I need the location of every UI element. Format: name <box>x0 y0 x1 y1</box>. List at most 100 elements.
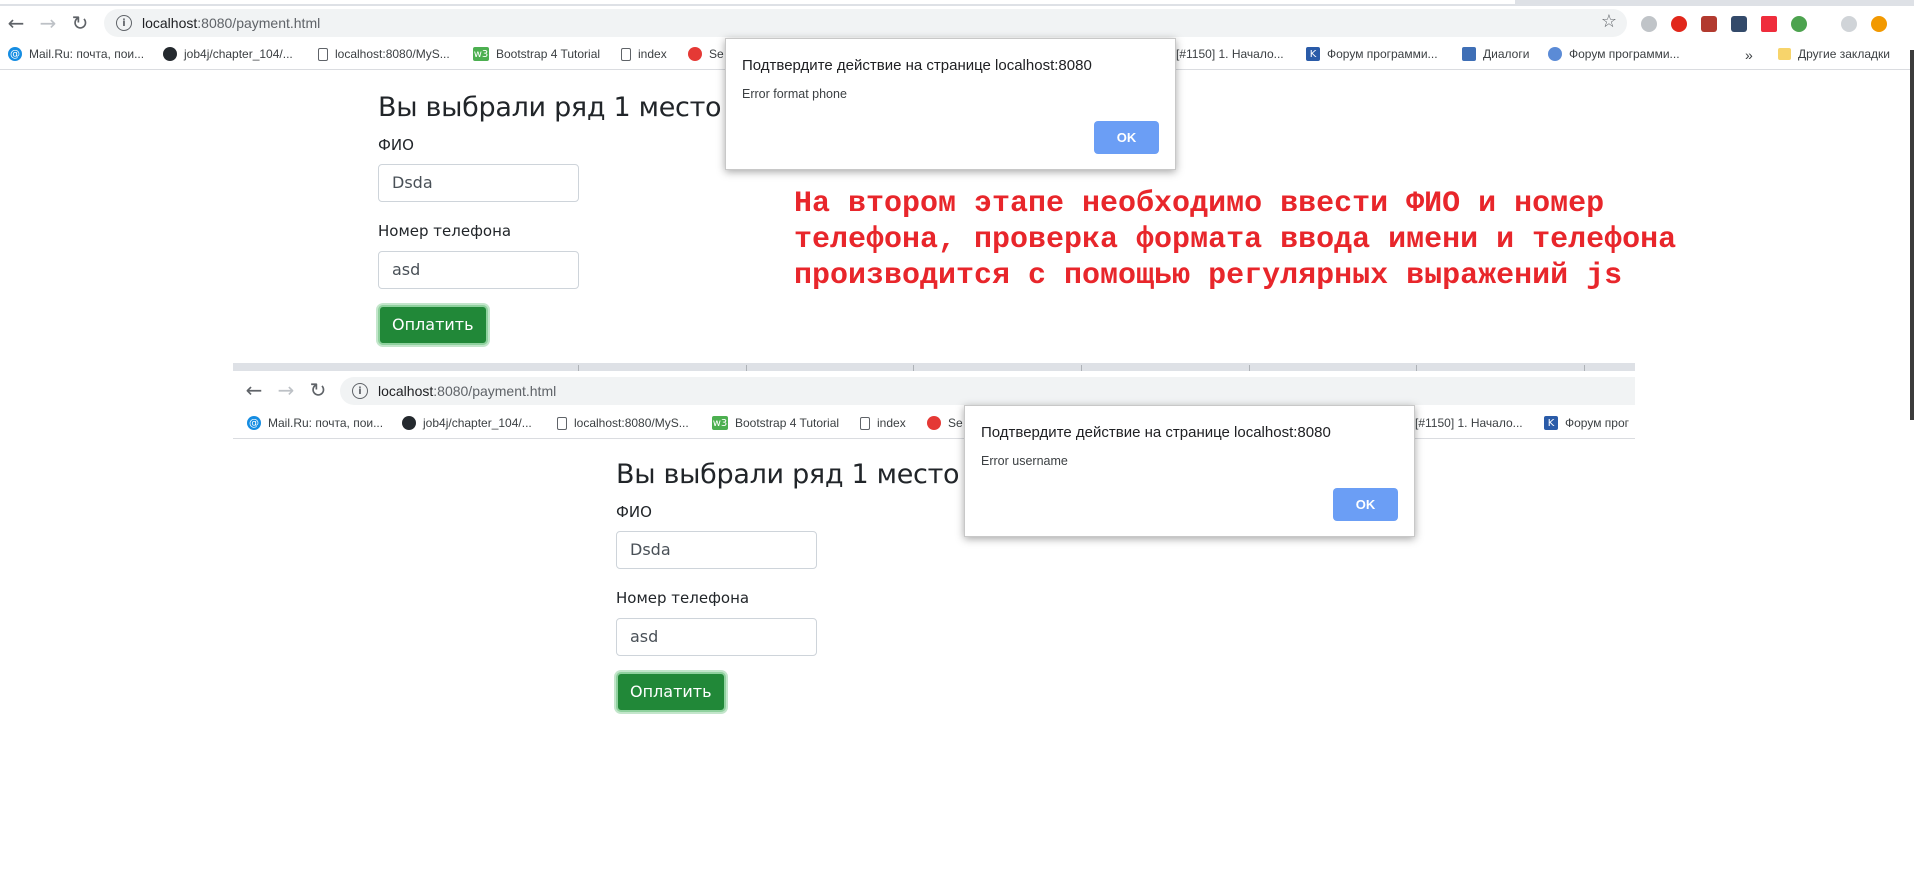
info-icon[interactable]: i <box>352 383 368 399</box>
folder-icon <box>1778 48 1791 60</box>
bookmark-label: localhost:8080/MyS... <box>335 47 450 61</box>
phone-label: Номер телефона <box>616 589 750 607</box>
tab-strip-active <box>0 0 1515 4</box>
bookmark-label: Другие закладки <box>1798 47 1890 61</box>
bookmark-item[interactable]: Диалоги <box>1462 47 1529 61</box>
dialog-icon <box>1462 47 1476 61</box>
network-icon <box>1548 47 1562 61</box>
bookmark-item[interactable]: index <box>621 47 667 61</box>
bookmark-item[interactable]: @ Mail.Ru: почта, пои... <box>247 416 383 430</box>
bookmark-label: Bootstrap 4 Tutorial <box>496 47 601 61</box>
bookmark-item[interactable]: w3 Bootstrap 4 Tutorial <box>712 416 839 430</box>
fio-input[interactable]: Dsda <box>616 531 817 569</box>
alert-dialog: Подтвердите действие на странице localho… <box>964 405 1415 537</box>
bookmark-item[interactable]: w3 Bootstrap 4 Tutorial <box>473 47 600 61</box>
pdf-extension-icon[interactable] <box>1701 16 1717 32</box>
bookmark-label: Mail.Ru: почта, пои... <box>29 47 145 61</box>
forward-icon[interactable]: → <box>35 10 61 36</box>
fio-label: ФИО <box>616 503 652 521</box>
other-bookmarks-folder[interactable]: Другие закладки <box>1778 47 1890 61</box>
bookmark-label: localhost:8080/MyS... <box>574 416 689 430</box>
forum-icon: K <box>1306 47 1320 61</box>
bookmark-label: Se <box>709 47 724 61</box>
bookmark-item[interactable]: Se <box>927 416 963 430</box>
bookmark-item[interactable]: job4j/chapter_104/... <box>163 47 293 61</box>
music-extension-icon[interactable] <box>1761 16 1777 32</box>
address-bar[interactable]: i localhost:8080/payment.html <box>340 377 1635 405</box>
bookmark-label: [#1150] 1. Начало... <box>1415 416 1523 430</box>
address-bar[interactable]: i localhost:8080/payment.html ☆ <box>104 9 1627 37</box>
annotation-text: На втором этапе необходимо ввести ФИО и … <box>794 187 1677 293</box>
phone-input[interactable]: asd <box>378 251 579 289</box>
reload-icon[interactable]: ↻ <box>305 377 331 403</box>
page-icon <box>318 47 328 61</box>
page-heading: Вы выбрали ряд 1 место 1, <box>378 92 755 123</box>
leaf-extension-icon[interactable] <box>1791 16 1807 32</box>
url-host: localhost <box>142 15 198 31</box>
w3-icon: w3 <box>712 416 728 430</box>
bookmark-item[interactable]: [#1150] 1. Начало... <box>1415 416 1523 430</box>
bookmark-item[interactable]: @ Mail.Ru: почта, пои... <box>8 47 144 61</box>
url-path: :8080/payment.html <box>433 383 557 399</box>
mailru-icon: @ <box>8 47 22 61</box>
opera-extension-icon[interactable] <box>1671 16 1687 32</box>
bookmark-item[interactable]: localhost:8080/MyS... <box>318 47 450 61</box>
forward-icon[interactable]: → <box>273 377 299 403</box>
ok-button[interactable]: OK <box>1333 488 1398 521</box>
reload-icon[interactable]: ↻ <box>67 10 93 36</box>
mailru-icon: @ <box>247 416 261 430</box>
dialog-message: Error format phone <box>742 87 847 101</box>
bookmark-item[interactable]: Форум программи... <box>1548 47 1680 61</box>
back-icon[interactable]: ← <box>3 10 29 36</box>
pay-button[interactable]: Оплатить <box>616 672 726 712</box>
forum-icon: K <box>1544 416 1558 430</box>
bookmark-item[interactable]: [#1150] 1. Начало... <box>1176 47 1284 61</box>
update-warning-icon[interactable] <box>1871 16 1887 32</box>
github-icon <box>402 416 416 430</box>
page-icon <box>860 416 870 430</box>
back-icon[interactable]: ← <box>241 377 267 403</box>
bookmark-label: Bootstrap 4 Tutorial <box>735 416 840 430</box>
bookmark-item[interactable]: K Форум прог <box>1544 416 1629 430</box>
cloud-extension-icon[interactable] <box>1641 16 1657 32</box>
bookmark-item[interactable]: Se <box>688 47 724 61</box>
profile-avatar-icon[interactable] <box>1841 16 1857 32</box>
site-icon <box>688 47 702 61</box>
bookmark-label: index <box>877 416 906 430</box>
dialog-title: Подтвердите действие на странице localho… <box>742 57 1092 74</box>
site-icon <box>927 416 941 430</box>
window-edge <box>1910 50 1914 420</box>
bookmark-item[interactable]: K Форум программи... <box>1306 47 1438 61</box>
url-path: :8080/payment.html <box>197 15 321 31</box>
page-icon <box>621 47 631 61</box>
bookmark-item[interactable]: job4j/chapter_104/... <box>402 416 532 430</box>
bookmark-label: Форум программи... <box>1569 47 1680 61</box>
bookmark-label: index <box>638 47 667 61</box>
second-browser-chrome: ← → ↻ i localhost:8080/payment.html @ Mai… <box>233 363 1635 473</box>
bookmark-label: Se <box>948 416 963 430</box>
page-icon <box>557 416 567 430</box>
ok-button[interactable]: OK <box>1094 121 1159 154</box>
dialog-title: Подтвердите действие на странице localho… <box>981 424 1331 441</box>
palette-extension-icon[interactable] <box>1731 16 1747 32</box>
bookmark-label: [#1150] 1. Начало... <box>1176 47 1284 61</box>
fio-label: ФИО <box>378 136 414 154</box>
url-host: localhost <box>378 383 434 399</box>
bookmark-label: job4j/chapter_104/... <box>184 47 293 61</box>
bookmark-label: Форум программи... <box>1327 47 1438 61</box>
alert-dialog: Подтвердите действие на странице localho… <box>725 38 1176 170</box>
more-bookmarks-button[interactable]: » <box>1745 47 1753 63</box>
w3-icon: w3 <box>473 47 489 61</box>
bookmark-item[interactable]: index <box>860 416 906 430</box>
phone-label: Номер телефона <box>378 222 512 240</box>
fio-input[interactable]: Dsda <box>378 164 579 202</box>
dialog-message: Error username <box>981 454 1068 468</box>
browser-toolbar: ← → ↻ i localhost:8080/payment.html ☆ <box>0 6 1914 40</box>
bookmark-item[interactable]: localhost:8080/MyS... <box>557 416 689 430</box>
pay-button[interactable]: Оплатить <box>378 305 488 345</box>
bookmark-label: Диалоги <box>1483 47 1530 61</box>
page-heading: Вы выбрали ряд 1 место 1, <box>616 459 993 490</box>
info-icon[interactable]: i <box>116 15 132 31</box>
phone-input[interactable]: asd <box>616 618 817 656</box>
bookmark-star-icon[interactable]: ☆ <box>1601 11 1617 32</box>
